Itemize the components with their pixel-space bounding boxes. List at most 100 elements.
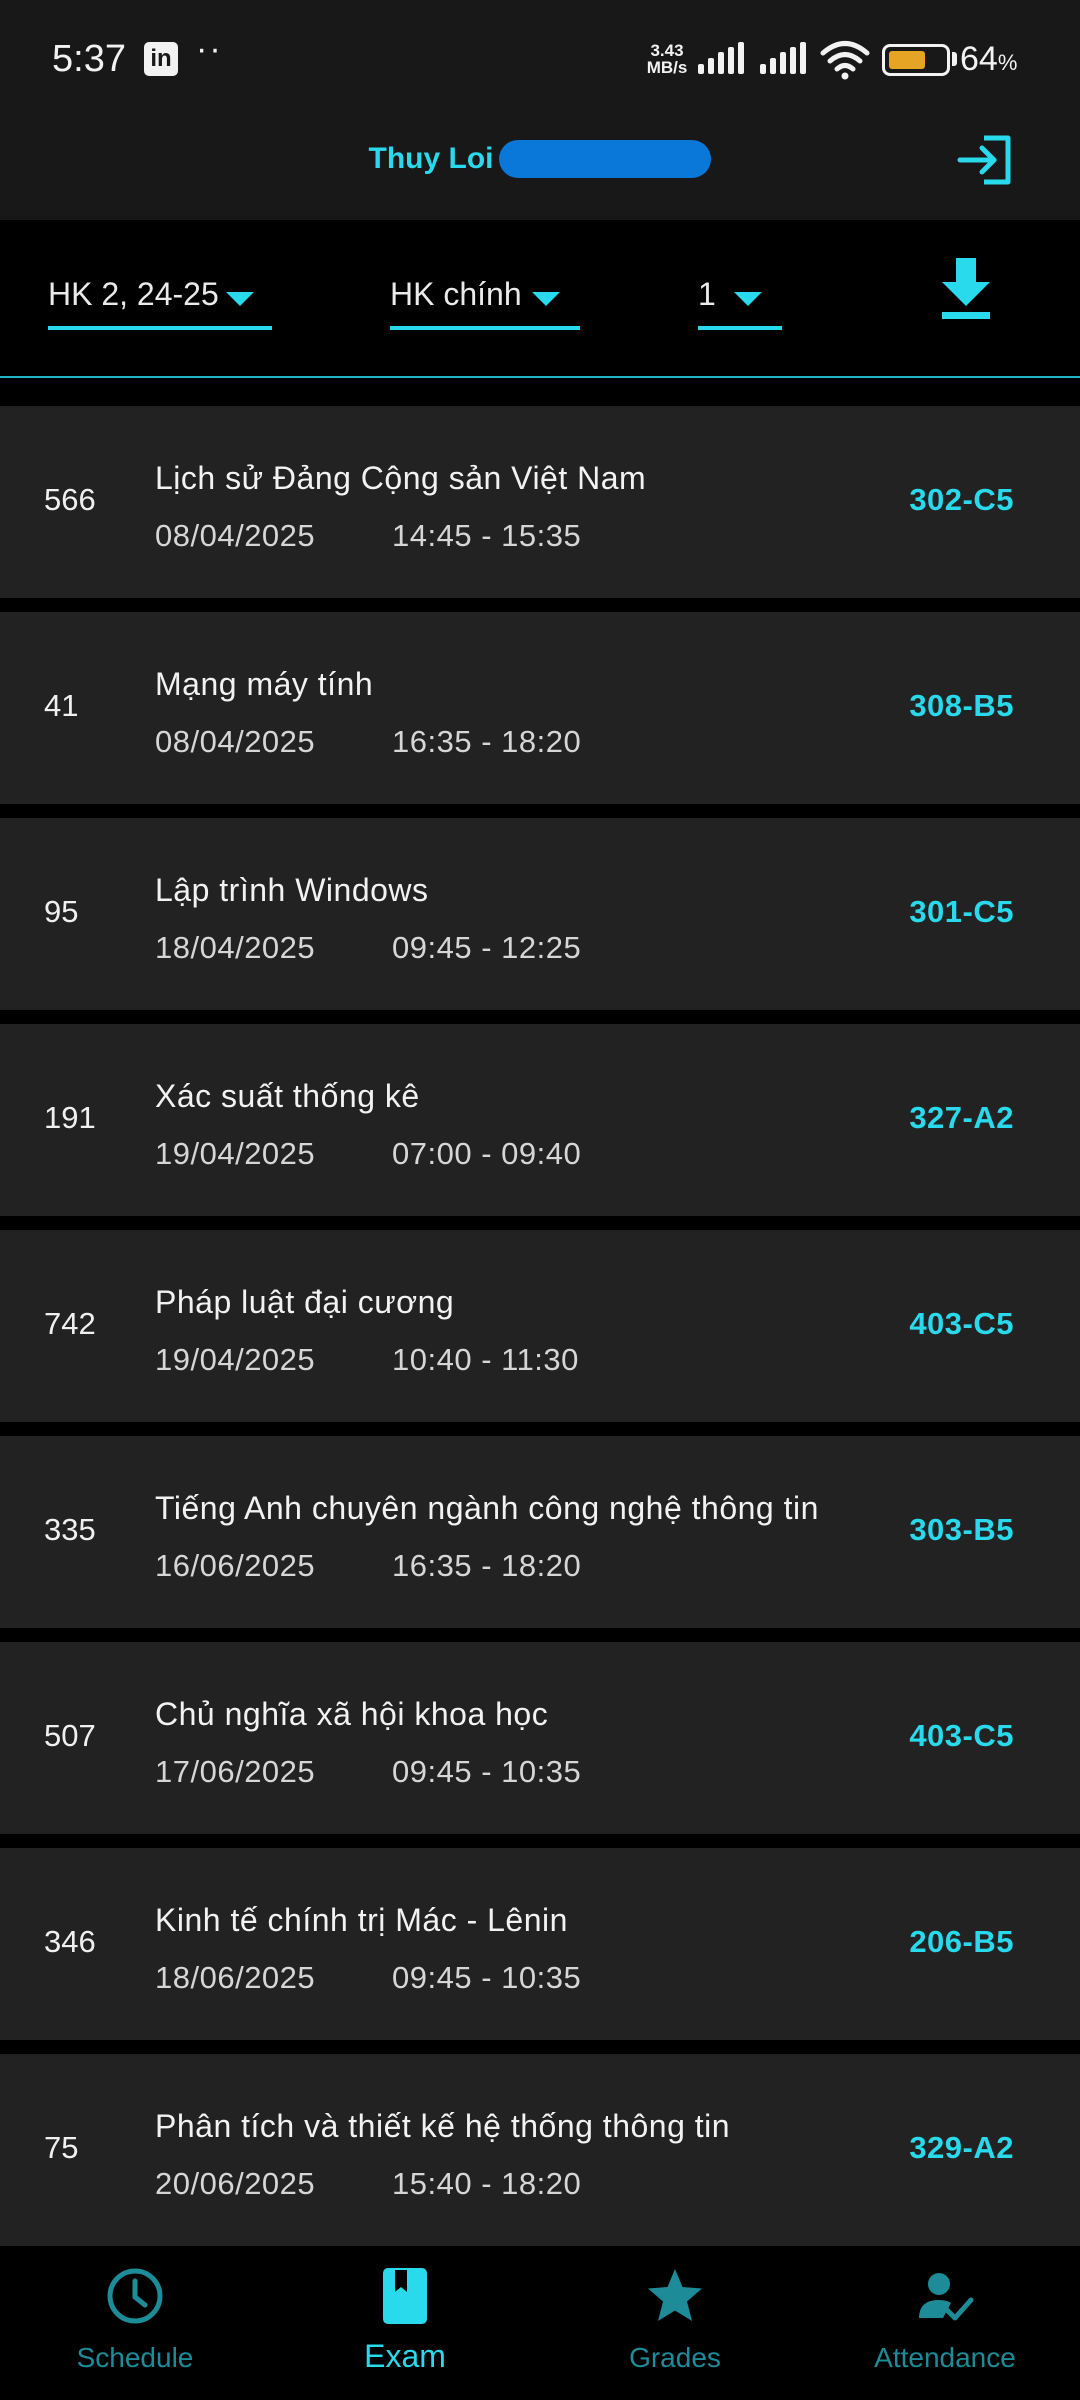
exam-room: 301-C5 (909, 894, 1014, 929)
book-icon (383, 2268, 427, 2324)
exam-room: 206-B5 (909, 1924, 1014, 1959)
exam-seat-number: 507 (44, 1718, 96, 1753)
round-value: 1 (698, 276, 716, 312)
exam-card[interactable]: 41 Mạng máy tính 08/04/2025 16:35 - 18:20 30… (0, 612, 1080, 804)
nav-label-schedule: Schedule (76, 2342, 194, 2373)
filter-bar: HK 2, 24-25 HK chính 1 (0, 220, 1080, 378)
exam-card[interactable]: 75 Phân tích và thiết kế hệ thống thông t… (0, 2054, 1080, 2246)
battery-percentage: 64% (960, 40, 1017, 79)
exam-subject-name: Lập trình Windows (155, 872, 429, 908)
exam-room: 308-B5 (909, 688, 1014, 723)
app-header: Thuy Loi (0, 120, 1080, 220)
nav-item-exam[interactable]: Exam (270, 2246, 540, 2400)
exam-list[interactable]: 566 Lịch sử Đảng Cộng sản Việt Nam 08/04/2… (0, 406, 1080, 2246)
exam-date: 08/04/2025 (155, 518, 316, 553)
status-time: 5:37 (52, 38, 126, 80)
exam-room: 303-B5 (909, 1512, 1014, 1547)
chevron-down-icon (734, 292, 762, 306)
exam-room: 327-A2 (909, 1100, 1014, 1135)
exam-date: 16/06/2025 (155, 1548, 316, 1583)
exam-time-range: 16:35 - 18:20 (392, 724, 582, 759)
bottom-nav: Schedule Exam Grades Attendance (0, 2246, 1080, 2400)
exam-time-range: 09:45 - 10:35 (392, 1754, 582, 1789)
exam-room: 302-C5 (909, 482, 1014, 517)
exam-room: 403-C5 (909, 1718, 1014, 1753)
exam-card[interactable]: 346 Kinh tế chính trị Mác - Lênin 18/06/20… (0, 1848, 1080, 2040)
exam-card[interactable]: 191 Xác suất thống kê 19/04/2025 07:00 - 09… (0, 1024, 1080, 1216)
exam-seat-number: 41 (44, 688, 79, 723)
linkedin-icon: in (144, 42, 178, 76)
network-speed: 3.43 MB/s (642, 42, 692, 76)
clock-icon (107, 2268, 163, 2324)
battery-percent-value: 64 (960, 40, 998, 78)
nav-label-exam: Exam (364, 2338, 446, 2374)
exam-card[interactable]: 95 Lập trình Windows 18/04/2025 09:45 - 12:… (0, 818, 1080, 1010)
exam-subject-name: Chủ nghĩa xã hội khoa học (155, 1696, 549, 1732)
exam-date: 18/04/2025 (155, 930, 316, 965)
exam-seat-number: 95 (44, 894, 79, 929)
exam-date: 17/06/2025 (155, 1754, 316, 1789)
exam-subject-name: Kinh tế chính trị Mác - Lênin (155, 1902, 568, 1938)
exam-card[interactable]: 507 Chủ nghĩa xã hội khoa học 17/06/2025 09… (0, 1642, 1080, 1834)
exam-room: 403-C5 (909, 1306, 1014, 1341)
nav-item-schedule[interactable]: Schedule (0, 2246, 270, 2400)
network-speed-value: 3.43 (650, 41, 684, 60)
exam-card[interactable]: 566 Lịch sử Đảng Cộng sản Việt Nam 08/04/2… (0, 406, 1080, 598)
exam-seat-number: 566 (44, 482, 96, 517)
exam-time-range: 16:35 - 18:20 (392, 1548, 582, 1583)
round-dropdown[interactable]: 1 (698, 266, 782, 330)
exam-subject-name: Phân tích và thiết kế hệ thống thông tin (155, 2108, 731, 2144)
more-dots-icon: ·· (196, 30, 223, 68)
exam-subject-name: Mạng máy tính (155, 666, 374, 702)
star-icon (648, 2269, 702, 2321)
redacted-name-mark (499, 140, 712, 178)
exam-seat-number: 742 (44, 1306, 96, 1341)
battery-level (889, 51, 925, 69)
exam-seat-number: 346 (44, 1924, 96, 1959)
person-check-icon (919, 2273, 974, 2321)
exam-time-range: 10:40 - 11:30 (392, 1342, 579, 1377)
signal-icon-2 (760, 42, 806, 74)
exam-date: 08/04/2025 (155, 724, 316, 759)
exam-subject-name: Lịch sử Đảng Cộng sản Việt Nam (155, 460, 647, 496)
exam-card[interactable]: 742 Pháp luật đại cương 19/04/2025 10:40 - … (0, 1230, 1080, 1422)
chevron-down-icon (226, 292, 254, 306)
exam-time-range: 15:40 - 18:20 (392, 2166, 582, 2201)
exam-seat-number: 191 (44, 1100, 96, 1135)
exam-date: 19/04/2025 (155, 1136, 316, 1171)
exam-subject-name: Pháp luật đại cương (155, 1284, 455, 1320)
semester-value: HK 2, 24-25 (48, 276, 219, 312)
exam-time-range: 07:00 - 09:40 (392, 1136, 582, 1171)
exam-subject-name: Tiếng Anh chuyên ngành công nghệ thông t… (155, 1490, 819, 1526)
exam-seat-number: 335 (44, 1512, 96, 1547)
battery-tip (952, 52, 957, 66)
network-speed-unit: MB/s (646, 58, 688, 77)
exam-time-range: 14:45 - 15:35 (392, 518, 582, 553)
chevron-down-icon (532, 292, 560, 306)
signal-icon (698, 42, 744, 74)
logout-icon[interactable] (956, 130, 1016, 190)
exam-type-dropdown[interactable]: HK chính (390, 266, 580, 330)
wifi-icon (820, 41, 870, 80)
exam-date: 18/06/2025 (155, 1960, 316, 1995)
semester-dropdown[interactable]: HK 2, 24-25 (48, 266, 272, 330)
exam-type-value: HK chính (390, 276, 522, 312)
exam-subject-name: Xác suất thống kê (155, 1078, 420, 1114)
exam-card[interactable]: 335 Tiếng Anh chuyên ngành công nghệ thôn… (0, 1436, 1080, 1628)
nav-item-attendance[interactable]: Attendance (810, 2246, 1080, 2400)
status-bar: 5:37 in ·· 3.43 MB/s 64% (0, 0, 1080, 120)
exam-time-range: 09:45 - 10:35 (392, 1960, 582, 1995)
battery-percent-unit: % (997, 50, 1018, 75)
battery-icon (882, 44, 950, 76)
exam-seat-number: 75 (44, 2130, 79, 2165)
exam-room: 329-A2 (909, 2130, 1014, 2165)
user-name-area: Thuy Loi (0, 140, 1080, 178)
user-name: Thuy Loi (368, 142, 494, 175)
nav-label-attendance: Attendance (874, 2342, 1016, 2373)
exam-time-range: 09:45 - 12:25 (392, 930, 582, 965)
download-icon[interactable] (938, 258, 994, 322)
exam-date: 20/06/2025 (155, 2166, 316, 2201)
nav-item-grades[interactable]: Grades (540, 2246, 810, 2400)
exam-date: 19/04/2025 (155, 1342, 316, 1377)
nav-label-grades: Grades (629, 2342, 721, 2373)
